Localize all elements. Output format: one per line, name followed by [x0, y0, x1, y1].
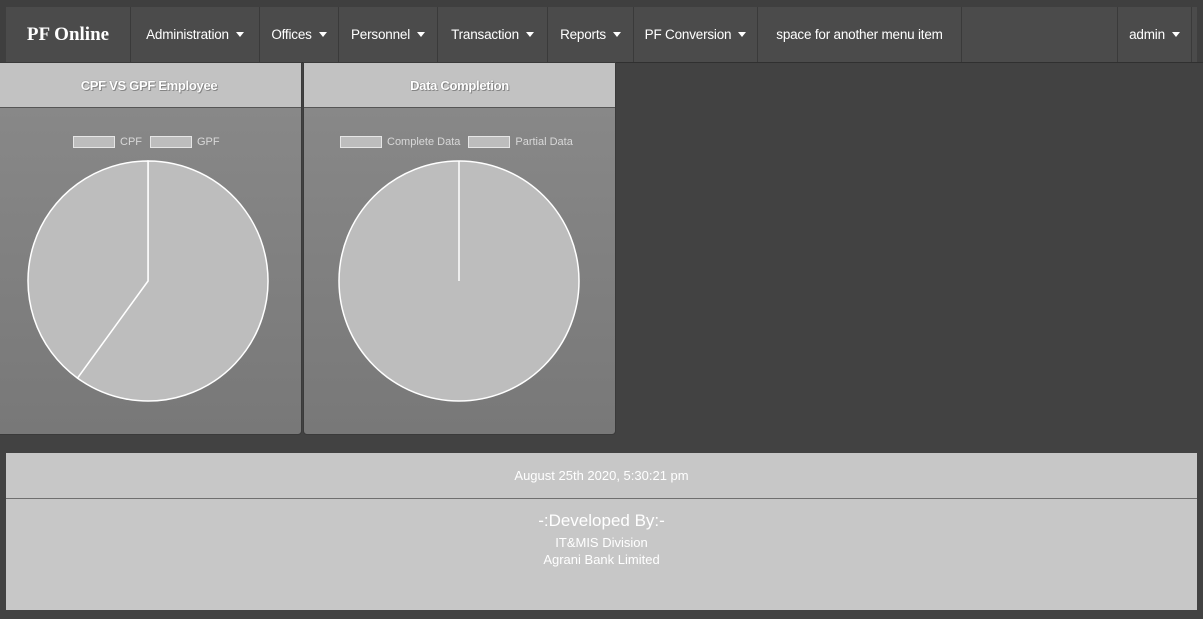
nav-administration-label: Administration	[146, 27, 229, 42]
nav-spacer	[962, 7, 1118, 62]
cpf-gpf-panel: CPF VS GPF Employee CPF GPF	[0, 62, 302, 435]
chevron-down-icon	[738, 32, 747, 37]
nav-user-menu[interactable]: admin	[1118, 7, 1192, 62]
nav-pf-conversion[interactable]: PF Conversion	[634, 7, 758, 62]
data-completion-panel: Data Completion Complete Data Partial Da…	[303, 62, 616, 435]
nav-reports-label: Reports	[560, 27, 606, 42]
chevron-down-icon	[1171, 32, 1180, 37]
developed-by-heading: -:Developed By:-	[538, 511, 665, 530]
nav-user-label: admin	[1129, 27, 1165, 42]
chevron-down-icon	[417, 32, 425, 37]
nav-placeholder-label: space for another menu item	[776, 27, 943, 42]
nav-offices-label: Offices	[271, 27, 312, 42]
nav-transaction[interactable]: Transaction	[438, 7, 548, 62]
chart-area: Complete Data Partial Data	[304, 108, 615, 434]
nav-placeholder-item[interactable]: space for another menu item	[758, 7, 962, 62]
chart-area: CPF GPF	[0, 108, 301, 434]
nav-reports[interactable]: Reports	[548, 7, 634, 62]
developer-division: IT&MIS Division	[555, 535, 648, 550]
nav-personnel-label: Personnel	[351, 27, 410, 42]
timestamp-bar: August 25th 2020, 5:30:21 pm	[6, 453, 1197, 499]
current-timestamp: August 25th 2020, 5:30:21 pm	[514, 468, 689, 483]
footer-credits: -:Developed By:- IT&MIS Division Agrani …	[6, 499, 1197, 610]
chevron-down-icon	[318, 32, 327, 37]
nav-offices[interactable]: Offices	[260, 7, 339, 62]
nav-personnel[interactable]: Personnel	[339, 7, 438, 62]
panel-title: Data Completion	[304, 63, 615, 108]
nav-menu: PF Online Administration Offices Personn…	[6, 7, 1197, 62]
panel-title: CPF VS GPF Employee	[0, 63, 301, 108]
data-completion-pie-chart	[338, 160, 580, 402]
chevron-down-icon	[235, 32, 244, 37]
cpf-gpf-pie-chart	[27, 160, 269, 402]
developer-company: Agrani Bank Limited	[543, 552, 660, 567]
nav-administration[interactable]: Administration	[131, 7, 260, 62]
nav-pf-conversion-label: PF Conversion	[644, 27, 732, 42]
brand-link[interactable]: PF Online	[6, 7, 131, 62]
nav-transaction-label: Transaction	[451, 27, 519, 42]
top-navbar: PF Online Administration Offices Personn…	[0, 0, 1203, 63]
chevron-down-icon	[612, 32, 621, 37]
chevron-down-icon	[525, 32, 534, 37]
